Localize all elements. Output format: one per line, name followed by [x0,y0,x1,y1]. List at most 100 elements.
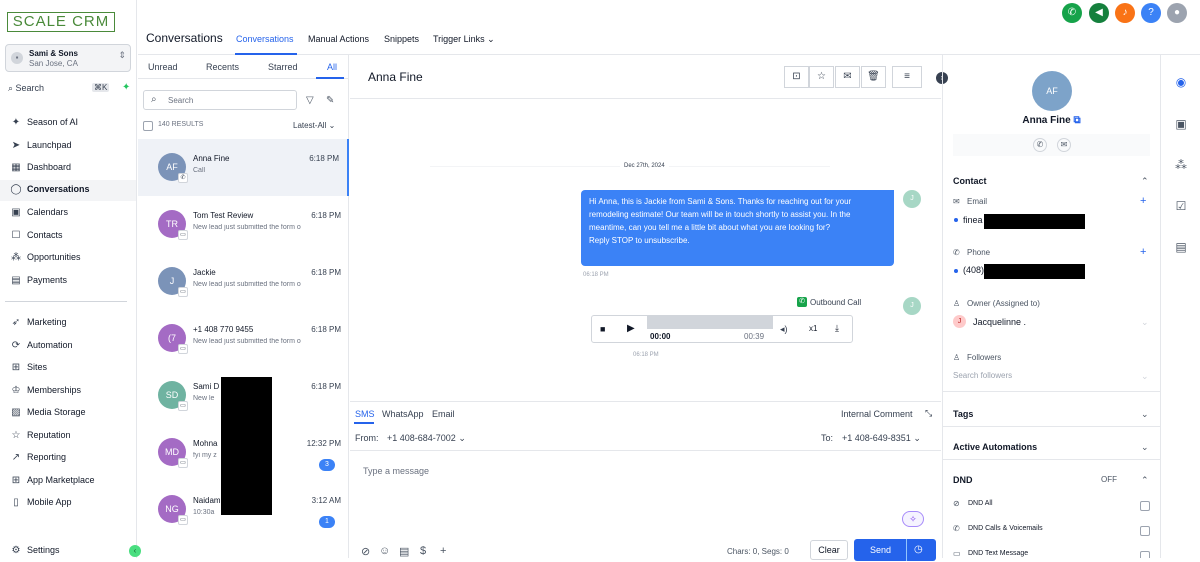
location-switcher[interactable]: ▪ Sami & Sons San Jose, CA ⇕ [5,44,131,72]
sidebar-item-conversations[interactable]: ◯ Conversations [0,180,136,201]
to-number-select[interactable]: +1 408-649-8351 ⌄ [842,433,921,444]
tab-unread[interactable]: Unread [148,62,178,72]
emoji-icon[interactable]: ☺ [379,545,390,557]
payment-icon[interactable]: $ [420,545,426,557]
sidebar-item-memberships[interactable]: ♔ Memberships [0,381,136,402]
chevron-down-icon[interactable]: ⌄ [1141,442,1149,453]
play-icon[interactable]: ▶ [627,323,635,334]
download-icon[interactable]: ⤓ [835,323,839,334]
sidebar-item-opportunities[interactable]: ⁂ Opportunities [0,248,136,269]
add-phone-icon[interactable]: + [1140,246,1146,258]
dnd-calls-checkbox[interactable] [1140,526,1150,536]
clear-button[interactable]: Clear [810,540,848,560]
add-email-icon[interactable]: + [1140,195,1146,207]
followers-icon: ♙ [953,353,961,362]
folder-icon[interactable]: ⊡ [784,66,809,88]
tab-recents[interactable]: Recents [206,62,239,72]
chevron-down-icon[interactable]: ⌄ [1141,409,1149,420]
ai-assist-icon[interactable]: ✧ [902,511,924,527]
select-all-checkbox[interactable] [143,121,153,131]
sidebar-item-payments[interactable]: ▤ Payments [0,271,136,292]
sidebar-item-mobile-app[interactable]: ▯ Mobile App [0,493,136,514]
external-link-icon[interactable]: ⧉ [1073,115,1080,126]
tab-whatsapp[interactable]: WhatsApp [382,409,424,419]
tab-all[interactable]: All [327,62,337,72]
conversation-row[interactable]: TR ▭ Tom Test Review New lead just submitte… [138,196,349,253]
sidebar-item-dashboard[interactable]: ▦ Dashboard [0,158,136,179]
attachment-icon[interactable]: ⊘ [361,545,370,558]
char-counter: Chars: 0, Segs: 0 [727,547,789,556]
sidebar-item-calendars[interactable]: ▣ Calendars [0,203,136,224]
chevron-up-icon[interactable]: ⌃ [1141,475,1149,486]
collapse-composer-icon[interactable]: ⤡ [925,408,932,419]
owner-select[interactable]: Jacquelinne . [973,317,1026,327]
audio-progress-track[interactable] [647,316,773,329]
speed-control[interactable]: x1 [809,324,817,333]
sidebar-search[interactable]: ⌕ Search ⌘K ✦ [5,80,131,98]
sparkle-icon[interactable]: ✦ [122,82,130,93]
stop-icon[interactable]: ■ [600,324,605,334]
chevron-down-icon[interactable]: ⌄ [1141,317,1149,328]
help-icon[interactable]: ? [1141,3,1161,23]
opportunities-icon[interactable]: ⁂ [1173,157,1189,173]
conversation-search[interactable]: ⌕ Search [143,90,297,110]
sidebar-item-marketing[interactable]: ➶ Marketing [0,313,136,334]
tab-email[interactable]: Email [432,409,455,419]
tasks-icon[interactable]: ☑ [1173,198,1189,214]
schedule-icon[interactable]: ◷ [914,544,923,555]
user-avatar[interactable]: ● [1167,3,1187,23]
menu-icon[interactable]: ≡ [892,66,922,88]
volume-icon[interactable]: ◂) [780,324,788,335]
template-icon[interactable]: ▤ [399,545,409,558]
dnd-text-checkbox[interactable] [1140,551,1150,558]
trash-icon[interactable]: 🗑 [861,66,886,88]
sidebar-item-media-storage[interactable]: ▨ Media Storage [0,403,136,424]
dnd-all-checkbox[interactable] [1140,501,1150,511]
mail-icon[interactable]: ✉ [835,66,860,88]
star-icon[interactable]: ☆ [809,66,834,88]
sidebar-item-launchpad[interactable]: ➤ Launchpad [0,136,136,157]
tab-trigger-links[interactable]: Trigger Links ⌄ [433,34,495,45]
sidebar-item-contacts[interactable]: ☐ Contacts [0,226,136,247]
sidebar-item-app-marketplace[interactable]: ⊞ App Marketplace [0,471,136,492]
conversation-row[interactable]: J ▭ Jackie New lead just submitted the form… [138,253,349,310]
chevron-up-icon[interactable]: ⌃ [1141,176,1149,187]
email-value[interactable]: finea [963,215,983,225]
from-number-select[interactable]: +1 408-684-7002 ⌄ [387,433,466,444]
sidebar-item-automation[interactable]: ⟳ Automation [0,336,136,357]
megaphone-icon[interactable]: ◀ [1089,3,1109,23]
sidebar-item-sites[interactable]: ⊞ Sites [0,358,136,379]
tab-starred[interactable]: Starred [268,62,298,72]
sidebar-item-settings[interactable]: ⚙ Settings [0,541,136,562]
compose-icon[interactable]: ✎ [326,95,334,106]
automations-section[interactable]: Active Automations [953,442,1037,452]
contact-profile-icon[interactable]: ◉ [1173,74,1189,90]
phone-icon[interactable]: ✆ [1062,3,1082,23]
add-icon[interactable]: + [440,545,446,557]
followers-search[interactable]: Search followers [953,371,1012,380]
tab-manual-actions[interactable]: Manual Actions [308,34,369,44]
internal-comment-toggle[interactable]: Internal Comment [841,409,913,419]
tab-conversations[interactable]: Conversations [236,34,294,44]
dnd-all-label: DND All [968,500,993,507]
sort-dropdown[interactable]: Latest-All ⌄ [293,121,335,130]
tags-section[interactable]: Tags [953,409,973,419]
chevron-down-icon[interactable]: ⌄ [1141,371,1149,382]
notes-icon[interactable]: ▤ [1173,239,1189,255]
app-logo[interactable]: SCALE CRM [7,12,115,32]
filter-icon[interactable]: ▽ [306,95,314,106]
from-label: From: [355,433,379,443]
message-input[interactable]: Type a message [363,466,429,476]
phone-value[interactable]: (408) [963,265,984,275]
mail-icon[interactable]: ✉ [1057,138,1071,152]
calendar-icon[interactable]: ▣ [1173,116,1189,132]
sidebar-item-reporting[interactable]: ↗ Reporting [0,448,136,469]
tab-sms[interactable]: SMS [355,409,375,419]
sidebar-item-reputation[interactable]: ☆ Reputation [0,426,136,447]
conversation-row[interactable]: AF ✆ Anna Fine Call 6:18 PM [138,139,349,196]
sidebar-item-season-of-ai[interactable]: ✦ Season of AI [0,113,136,134]
phone-icon[interactable]: ✆ [1033,138,1047,152]
conversation-row[interactable]: (7 ▭ +1 408 770 9455 New lead just submitte… [138,310,349,367]
tab-snippets[interactable]: Snippets [384,34,419,44]
bell-icon[interactable]: ♪ [1115,3,1135,23]
